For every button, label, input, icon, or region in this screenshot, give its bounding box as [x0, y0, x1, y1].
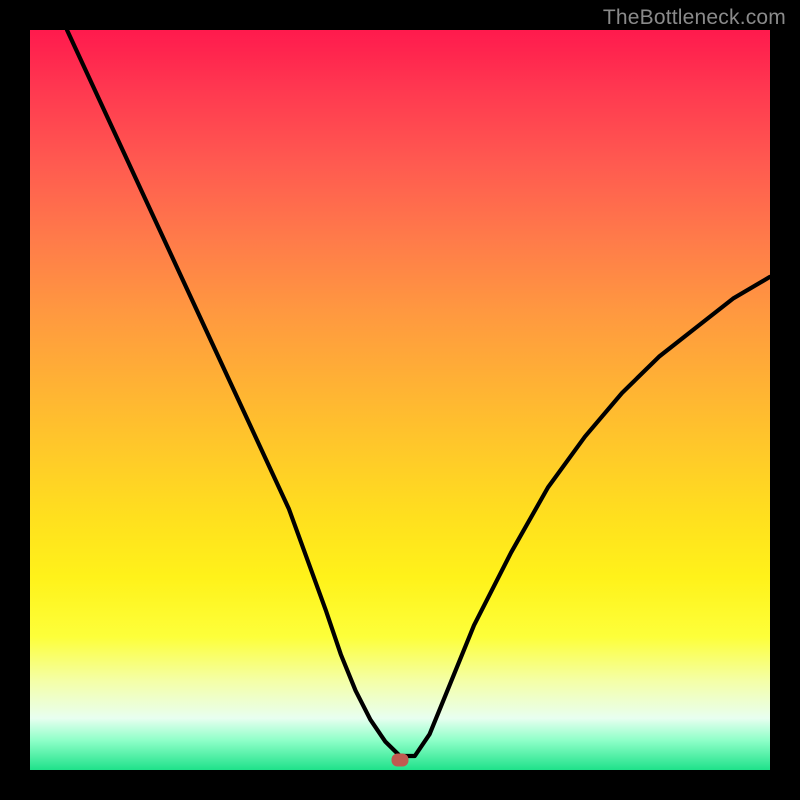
chart-frame: TheBottleneck.com — [0, 0, 800, 800]
watermark-text: TheBottleneck.com — [603, 6, 786, 30]
bottleneck-curve — [67, 30, 770, 756]
trough-marker — [392, 754, 409, 767]
curve-svg — [30, 30, 770, 770]
plot-area — [30, 30, 770, 770]
